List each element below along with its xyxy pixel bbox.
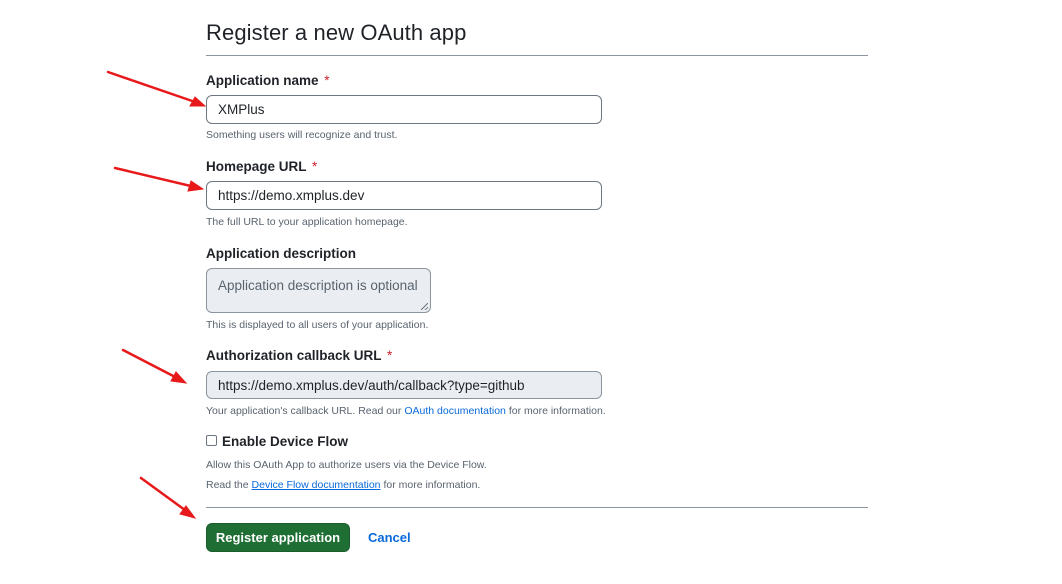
annotation-arrow-icon bbox=[139, 476, 197, 519]
device-flow-note-line1: Allow this OAuth App to authorize users … bbox=[206, 459, 487, 471]
callback-url-label: Authorization callback URL * bbox=[206, 348, 392, 363]
homepage-url-note: The full URL to your application homepag… bbox=[206, 216, 408, 228]
app-name-note: Something users will recognize and trust… bbox=[206, 129, 398, 141]
homepage-url-label: Homepage URL * bbox=[206, 159, 317, 174]
annotation-arrow-icon bbox=[106, 70, 207, 107]
app-name-input[interactable]: XMPlus bbox=[206, 95, 602, 124]
actions-divider bbox=[206, 507, 868, 508]
page-title: Register a new OAuth app bbox=[206, 20, 467, 45]
homepage-url-label-text: Homepage URL bbox=[206, 159, 307, 174]
callback-url-note-suffix: for more information. bbox=[508, 405, 606, 417]
cancel-button[interactable]: Cancel bbox=[368, 530, 411, 545]
app-name-label-text: Application name bbox=[206, 73, 319, 88]
app-name-label: Application name * bbox=[206, 73, 330, 88]
device-flow-documentation-link[interactable]: Device Flow documentation bbox=[252, 479, 381, 491]
callback-url-input[interactable]: https://demo.xmplus.dev/auth/callback?ty… bbox=[206, 371, 602, 399]
annotation-arrow-icon bbox=[121, 348, 188, 384]
homepage-url-input[interactable]: https://demo.xmplus.dev bbox=[206, 181, 602, 210]
callback-url-note: Your application's callback URL. Read ou… bbox=[206, 405, 606, 417]
title-divider bbox=[206, 55, 868, 56]
enable-device-flow-label[interactable]: Enable Device Flow bbox=[222, 434, 348, 449]
app-name-value: XMPlus bbox=[218, 102, 265, 117]
description-placeholder: Application description is optional bbox=[218, 278, 418, 293]
required-mark: * bbox=[312, 159, 318, 174]
homepage-url-value: https://demo.xmplus.dev bbox=[218, 188, 365, 203]
callback-url-note-prefix: Your application's callback URL. Read ou… bbox=[206, 405, 402, 417]
description-note: This is displayed to all users of your a… bbox=[206, 319, 429, 331]
device-flow-note-suffix: for more information. bbox=[383, 479, 481, 491]
required-mark: * bbox=[387, 348, 393, 363]
annotation-arrow-icon bbox=[113, 166, 205, 192]
callback-url-label-text: Authorization callback URL bbox=[206, 348, 382, 363]
register-oauth-app-page: Register a new OAuth app Application nam… bbox=[0, 0, 1062, 584]
oauth-documentation-link[interactable]: OAuth documentation bbox=[404, 405, 506, 417]
register-application-button[interactable]: Register application bbox=[206, 523, 350, 552]
resize-grip-icon[interactable] bbox=[421, 303, 428, 310]
callback-url-value: https://demo.xmplus.dev/auth/callback?ty… bbox=[218, 377, 525, 393]
annotation-arrows bbox=[106, 70, 207, 519]
device-flow-note-prefix: Read the bbox=[206, 479, 249, 491]
description-textarea[interactable]: Application description is optional bbox=[206, 268, 431, 313]
device-flow-note-line2: Read the Device Flow documentation for m… bbox=[206, 479, 480, 491]
enable-device-flow-checkbox[interactable] bbox=[206, 435, 217, 446]
required-mark: * bbox=[324, 73, 330, 88]
description-label: Application description bbox=[206, 246, 357, 261]
